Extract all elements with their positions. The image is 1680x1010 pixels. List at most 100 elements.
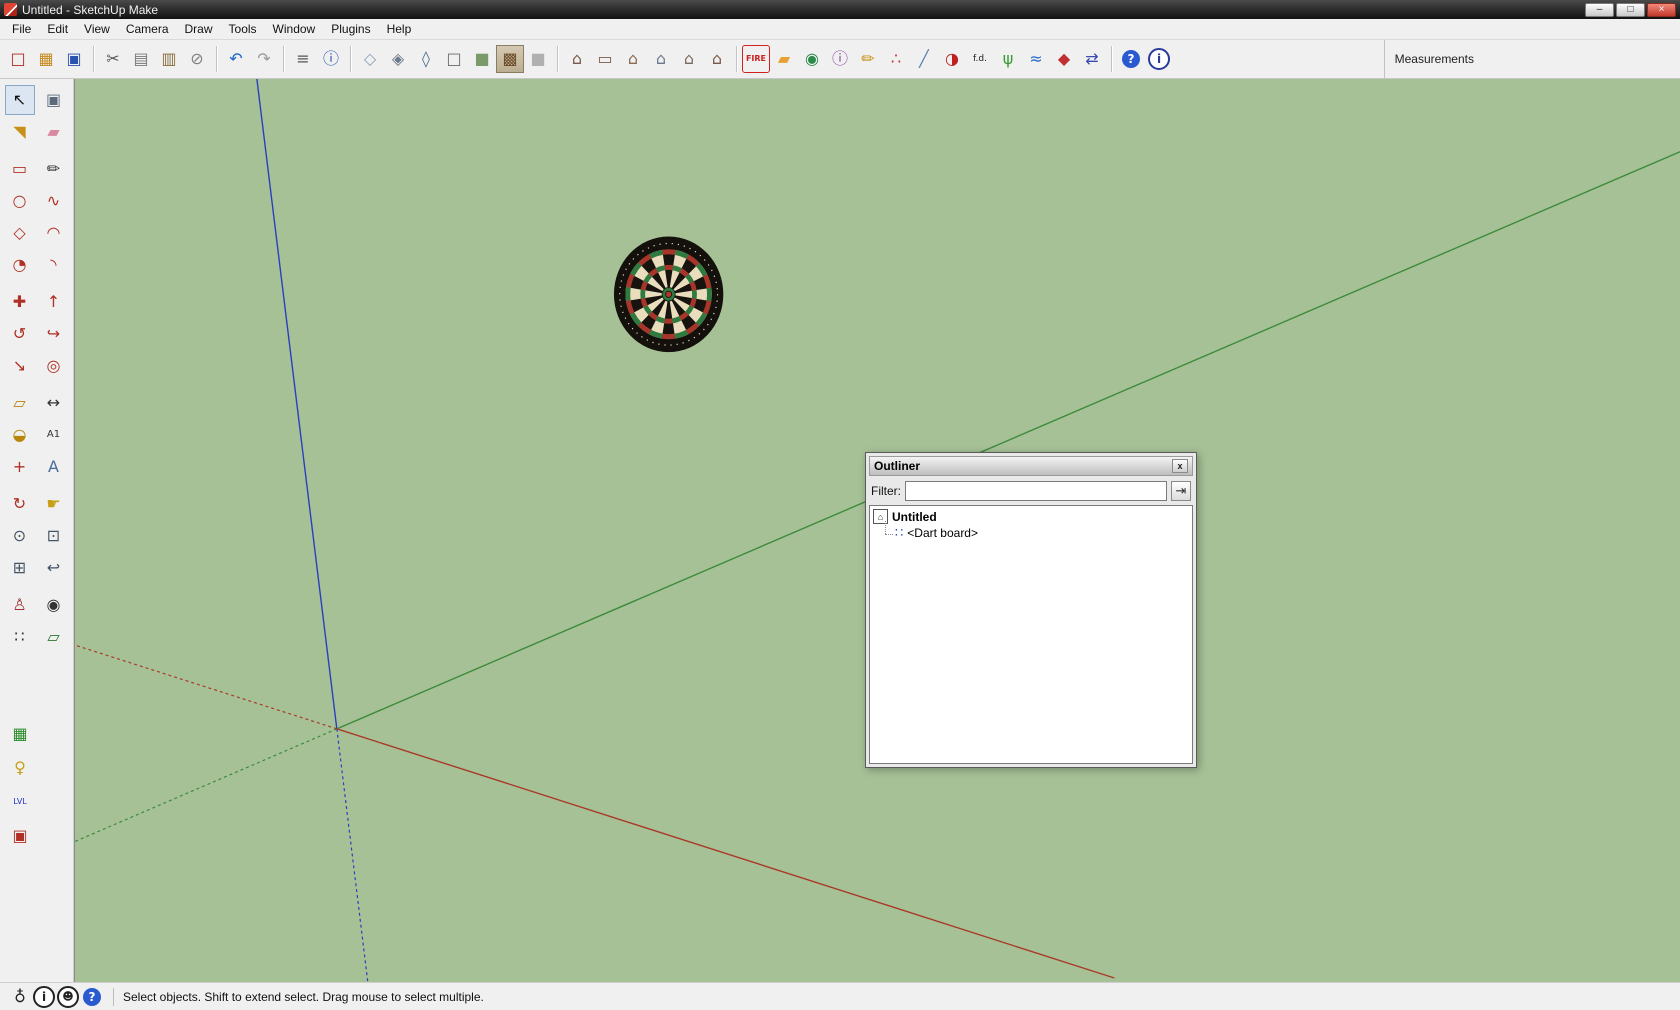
folder-plugin-button[interactable]: ▰: [770, 45, 798, 73]
pan-tool[interactable]: ☛: [39, 489, 69, 519]
colors-plugin-button[interactable]: ∴: [882, 45, 910, 73]
move-tool[interactable]: ✚: [5, 287, 35, 317]
export-plugin-button[interactable]: ⇄: [1078, 45, 1106, 73]
user-account-button[interactable]: ☻: [56, 985, 80, 1009]
tree-row-dartboard[interactable]: ∷ <Dart board>: [883, 521, 1189, 541]
menu-plugins[interactable]: Plugins: [323, 20, 378, 38]
paint-bucket-tool[interactable]: ◥: [5, 117, 35, 147]
offset-tool[interactable]: ◎: [39, 351, 69, 381]
menu-file[interactable]: File: [4, 20, 39, 38]
pie-tool[interactable]: ◔: [5, 250, 35, 280]
zoom-extents-tool[interactable]: ⊞: [5, 553, 35, 583]
menu-edit[interactable]: Edit: [39, 20, 76, 38]
paste-button[interactable]: ▥: [155, 45, 183, 73]
info-button[interactable]: i: [1145, 45, 1173, 73]
fire-plugin-button[interactable]: FIRE: [742, 45, 770, 73]
pencil-plugin-button[interactable]: ✏: [854, 45, 882, 73]
polygon-tool[interactable]: ◇: [5, 218, 35, 248]
view-iso-button[interactable]: ⌂: [563, 45, 591, 73]
model-info-plugin-button[interactable]: ⓘ: [826, 45, 854, 73]
outliner-titlebar[interactable]: Outliner x: [869, 456, 1193, 476]
line-tool[interactable]: ✏: [39, 154, 69, 184]
model-info-button[interactable]: ⓘ: [317, 45, 345, 73]
undo-button[interactable]: ↶: [222, 45, 250, 73]
menu-view[interactable]: View: [76, 20, 118, 38]
minimize-button[interactable]: –: [1585, 2, 1614, 17]
freehand-tool[interactable]: ∿: [39, 186, 69, 216]
zoom-window-tool[interactable]: ⊡: [39, 521, 69, 551]
view-back-button[interactable]: ⌂: [675, 45, 703, 73]
dartboard-object[interactable]: [613, 236, 724, 353]
save-button[interactable]: ▣: [60, 45, 88, 73]
add-location-button[interactable]: ◉: [798, 45, 826, 73]
grass-plugin-button[interactable]: ψ: [994, 45, 1022, 73]
outliner-close-button[interactable]: x: [1172, 459, 1188, 473]
eyedropper-plugin-button[interactable]: ╱: [910, 45, 938, 73]
scale-tool[interactable]: ↘: [5, 351, 35, 381]
style-wireframe-button[interactable]: ◊: [412, 45, 440, 73]
view-right-button[interactable]: ⌂: [647, 45, 675, 73]
text-tool[interactable]: A1: [39, 420, 69, 450]
view-left-button[interactable]: ⌂: [703, 45, 731, 73]
plugin-lamp-tool[interactable]: ♀: [5, 753, 35, 783]
look-around-tool[interactable]: ◉: [39, 590, 69, 620]
menu-tools[interactable]: Tools: [221, 20, 265, 38]
view-front-button[interactable]: ⌂: [619, 45, 647, 73]
measurements-input[interactable]: [1482, 48, 1676, 70]
eraser-tool[interactable]: ▰: [39, 117, 69, 147]
menu-camera[interactable]: Camera: [118, 20, 177, 38]
open-button[interactable]: ▦: [32, 45, 60, 73]
close-button[interactable]: ×: [1647, 2, 1676, 17]
protractor-tool[interactable]: ◒: [5, 420, 35, 450]
zoom-previous-tool[interactable]: ↩: [39, 553, 69, 583]
erase-button[interactable]: ⊘: [183, 45, 211, 73]
style-back-edges-button[interactable]: ◈: [384, 45, 412, 73]
print-button[interactable]: ≡: [289, 45, 317, 73]
circle-tool[interactable]: ○: [5, 186, 35, 216]
plugin-building-tool[interactable]: ▦: [5, 719, 35, 749]
3d-text-tool[interactable]: A: [39, 452, 69, 482]
make-component-tool[interactable]: ▣: [39, 85, 69, 115]
zoom-tool[interactable]: ⊙: [5, 521, 35, 551]
menu-window[interactable]: Window: [265, 20, 324, 38]
tape-measure-tool[interactable]: ▱: [5, 388, 35, 418]
two-point-arc-tool[interactable]: ◝: [39, 250, 69, 280]
rotate-tool[interactable]: ↺: [5, 319, 35, 349]
menu-draw[interactable]: Draw: [177, 20, 221, 38]
style-xray-button[interactable]: ◇: [356, 45, 384, 73]
tree-row-model[interactable]: ⌂ Untitled: [873, 508, 1189, 525]
dimension-tool[interactable]: ↔: [39, 388, 69, 418]
rectangle-tool[interactable]: ▭: [5, 154, 35, 184]
arc-tool[interactable]: ◠: [39, 218, 69, 248]
plugin-lvl-tool[interactable]: LVL: [5, 787, 35, 817]
follow-me-tool[interactable]: ↪: [39, 319, 69, 349]
cut-button[interactable]: ✂: [99, 45, 127, 73]
maximize-button[interactable]: □: [1616, 2, 1645, 17]
style-monochrome-button[interactable]: ■: [524, 45, 552, 73]
style-shaded-button[interactable]: ■: [468, 45, 496, 73]
help-status-button[interactable]: ?: [80, 985, 104, 1009]
filter-input[interactable]: [905, 481, 1167, 501]
style-hidden-line-button[interactable]: □: [440, 45, 468, 73]
titlebar[interactable]: Untitled - SketchUp Make – □ ×: [0, 0, 1680, 19]
shield-plugin-button[interactable]: ◆: [1050, 45, 1078, 73]
geolocation-button[interactable]: ♁: [8, 985, 32, 1009]
plugin-box-tool[interactable]: ▣: [5, 821, 35, 851]
contrast-plugin-button[interactable]: ◑: [938, 45, 966, 73]
orbit-tool[interactable]: ↻: [5, 489, 35, 519]
fd-ruler-plugin-button[interactable]: f.d.: [966, 45, 994, 73]
new-button[interactable]: □: [4, 45, 32, 73]
position-camera-tool[interactable]: ♙: [5, 590, 35, 620]
push-pull-tool[interactable]: ↑: [39, 287, 69, 317]
section-plane-tool[interactable]: ▱: [39, 622, 69, 652]
water-plugin-button[interactable]: ≈: [1022, 45, 1050, 73]
redo-button[interactable]: ↷: [250, 45, 278, 73]
credits-button[interactable]: i: [32, 985, 56, 1009]
view-top-button[interactable]: ▭: [591, 45, 619, 73]
walk-tool[interactable]: ∷: [5, 622, 35, 652]
filter-apply-button[interactable]: ⇥: [1171, 481, 1191, 501]
menu-help[interactable]: Help: [379, 20, 420, 38]
style-shaded-textures-button[interactable]: ▩: [496, 45, 524, 73]
select-tool[interactable]: ↖: [4, 85, 35, 115]
axes-tool[interactable]: +: [5, 452, 35, 482]
